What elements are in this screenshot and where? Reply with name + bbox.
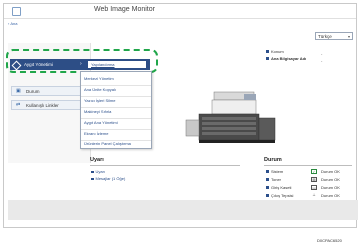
device-management-submenu: Merkezi Yönetim Ana Ünite Kopyalı Yazıcı… xyxy=(80,71,152,149)
status-value: Durum OK xyxy=(321,193,340,198)
top-bar: Web Image Monitor xyxy=(4,4,356,16)
status-row-toner[interactable]: Toner ▥ Durum OK xyxy=(266,177,340,182)
submenu-item-device-management[interactable]: Aygıt Ana Yönetimi xyxy=(84,120,118,125)
submenu-item-remote-panel[interactable]: Ürünlerin Panel Çalıştırma xyxy=(84,141,131,146)
status-label: Toner xyxy=(271,177,282,182)
status-value: Durum OK xyxy=(321,177,340,182)
web-image-monitor-window: Web Image Monitor ‹Ana Türkçe ▾ ▣ Durum … xyxy=(3,3,358,228)
bullet-icon xyxy=(91,170,94,174)
nav-item-status[interactable]: ▣ Durum xyxy=(11,86,88,96)
submenu-divider xyxy=(81,118,151,119)
bullet-icon xyxy=(266,50,269,54)
alerts-divider xyxy=(90,165,240,166)
status-value: Durum OK xyxy=(321,185,340,190)
input-tray-icon: ▭ xyxy=(311,185,317,190)
figure-code: D0CPAC6520 xyxy=(317,238,342,243)
status-row-input-tray[interactable]: Giriş Kaseti ▭ Durum OK xyxy=(266,185,340,190)
nav-item-label: Durum xyxy=(26,89,40,94)
submenu-item-reset-machine[interactable]: Makineyi Sıfırla xyxy=(84,109,111,114)
submenu-divider xyxy=(81,107,151,108)
breadcrumb[interactable]: ‹Ana xyxy=(8,21,17,26)
bullet-icon xyxy=(266,57,269,61)
status-row-system[interactable]: Sistem ✓ Durum OK xyxy=(266,169,340,174)
info-value: - xyxy=(321,51,323,56)
info-row-location: Konum - xyxy=(266,48,322,56)
status-value: Durum OK xyxy=(321,169,340,174)
bullet-icon xyxy=(266,170,269,174)
breadcrumb-home[interactable]: Ana xyxy=(10,21,17,26)
alert-item-warning[interactable]: Uyarı xyxy=(91,169,105,174)
nav-item-label: Kullanışlı Linkler xyxy=(26,103,59,108)
submenu-divider xyxy=(81,96,151,97)
submenu-item-central-management[interactable]: Merkezi Yönetim xyxy=(84,76,114,81)
status-divider xyxy=(264,165,352,166)
alert-item-label: Uyarı xyxy=(95,169,106,174)
language-select[interactable]: Türkçe ▾ xyxy=(315,32,353,40)
bullet-icon xyxy=(266,194,269,198)
bullet-icon xyxy=(91,177,94,181)
language-selected: Türkçe xyxy=(318,34,332,39)
device-info: Konum - Ana Bilgisayar Adı - xyxy=(266,48,322,63)
info-value: - xyxy=(321,58,323,63)
output-tray-icon: ⊥ xyxy=(311,193,317,198)
info-label: Konum xyxy=(271,49,284,54)
status-row-output-tray[interactable]: Çıkış Tepsisi ⊥ Durum OK xyxy=(266,193,340,198)
link-icon: ⇄ xyxy=(16,102,21,108)
status-title: Durum xyxy=(264,157,282,163)
alert-item-messages[interactable]: Mesajlar (1 Öğe) xyxy=(91,176,125,181)
callout-highlight xyxy=(6,49,158,73)
submenu-item-main-unit-copy[interactable]: Ana Ünite Kopyalı xyxy=(84,87,116,92)
title-divider xyxy=(4,18,356,19)
submenu-divider xyxy=(81,85,151,86)
info-row-host: Ana Bilgisayar Adı - xyxy=(266,55,322,63)
status-icon: ▣ xyxy=(16,88,21,94)
toner-icon: ▥ xyxy=(311,177,317,182)
app-title: Web Image Monitor xyxy=(94,6,155,13)
bullet-icon xyxy=(266,186,269,190)
chevron-down-icon: ▾ xyxy=(347,34,350,39)
status-label: Çıkış Tepsisi xyxy=(271,193,294,198)
footer-band xyxy=(8,200,358,220)
alerts-title: Uyarı xyxy=(90,157,104,163)
system-status-icon: ✓ xyxy=(311,169,317,174)
submenu-item-delete-print-jobs[interactable]: Yazıcı İşleri Silme xyxy=(84,98,116,103)
bullet-icon xyxy=(266,178,269,182)
submenu-divider xyxy=(81,129,151,130)
printer-image xyxy=(184,74,284,149)
nav-item-quick-links[interactable]: ⇄ Kullanışlı Linkler xyxy=(11,100,88,110)
status-label: Giriş Kaseti xyxy=(271,185,292,190)
status-label: Sistem xyxy=(271,169,284,174)
info-label: Ana Bilgisayar Adı xyxy=(271,56,307,61)
alert-item-label: Mesajlar (1 Öğe) xyxy=(95,176,126,181)
submenu-item-screen-monitoring[interactable]: Ekranı İzleme xyxy=(84,131,108,136)
logo-icon xyxy=(12,7,21,16)
